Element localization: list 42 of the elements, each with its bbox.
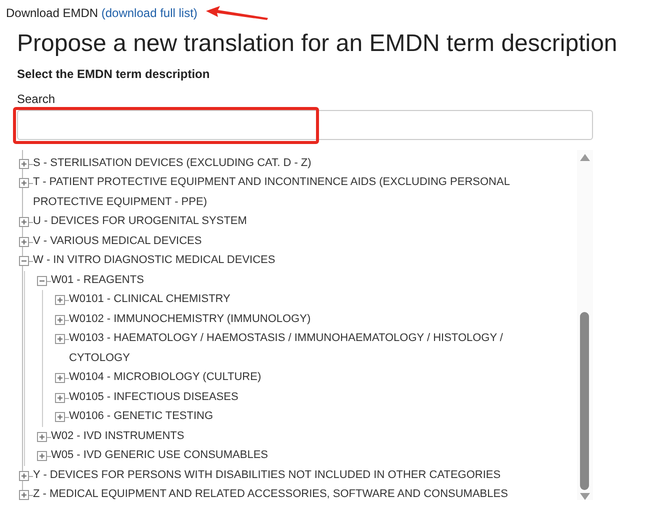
tree-item[interactable]: W0104 - MICROBIOLOGY (CULTURE)	[69, 368, 262, 388]
tree-item[interactable]: S - STERILISATION DEVICES (EXCLUDING CAT. D - Z)	[33, 154, 312, 174]
tree-item[interactable]: W0105 - INFECTIOUS DISEASES	[69, 388, 238, 408]
tree-item[interactable]: W05 - IVD GENERIC USE CONSUMABLES	[51, 446, 268, 466]
tree-item[interactable]: W0106 - GENETIC TESTING	[69, 407, 214, 427]
expand-icon[interactable]	[19, 490, 29, 500]
tree-item[interactable]: W02 - IVD INSTRUMENTS	[51, 426, 184, 446]
expand-icon[interactable]	[19, 158, 29, 169]
expand-icon[interactable]	[55, 334, 65, 344]
page-title: Propose a new translation for an EMDN term description	[17, 30, 618, 59]
search-label: Search	[17, 90, 56, 108]
expand-icon[interactable]	[55, 412, 65, 422]
expand-icon[interactable]	[37, 432, 47, 442]
collapse-icon[interactable]	[19, 256, 29, 266]
expand-icon[interactable]	[19, 470, 29, 481]
collapse-icon[interactable]	[37, 276, 47, 286]
tree-item[interactable]: Z - MEDICAL EQUIPMENT AND RELATED ACCESSORIES, SOFTWARE AND CONSUMABLES	[33, 485, 508, 500]
expand-icon[interactable]	[55, 392, 65, 403]
expand-icon[interactable]	[55, 314, 65, 325]
tree-item[interactable]: T - PATIENT PROTECTIVE EQUIPMENT AND INCONTINENCE AIDS (EXCLUDING PERSONAL PROTECTIVE EQUIPMENT - PPE)	[33, 173, 519, 212]
download-link[interactable]: (download full list)	[101, 6, 198, 20]
tree-item[interactable]: V - VARIOUS MEDICAL DEVICES	[33, 232, 202, 252]
download-text: Download EMDN	[6, 6, 100, 20]
expand-icon[interactable]	[37, 451, 47, 462]
tree-item[interactable]: Y - DEVICES FOR PERSONS WITH DISABILITIES NOT INCLUDED IN OTHER CATEGORIES	[33, 466, 501, 486]
scroll-down-icon[interactable]	[580, 492, 590, 500]
expand-icon[interactable]	[55, 295, 65, 306]
scroll-thumb[interactable]	[580, 312, 589, 490]
tree-item[interactable]: W0103 - HAEMATOLOGY / HAEMOSTASIS / IMMUNOHAEMATOLOGY / HISTOLOGY / CYTOLOGY	[69, 329, 519, 368]
scrollbar[interactable]	[577, 150, 593, 500]
expand-icon[interactable]	[55, 373, 65, 384]
search-field[interactable]	[17, 110, 593, 140]
section-label: Select the EMDN term description	[17, 66, 211, 83]
tree-item[interactable]: W0102 - IMMUNOCHEMISTRY (IMMUNOLOGY)	[69, 310, 311, 330]
tree-item[interactable]: W01 - REAGENTS	[51, 270, 144, 290]
tree-item[interactable]: W0101 - CLINICAL CHEMISTRY	[69, 290, 230, 310]
tree-item[interactable]: U - DEVICES FOR UROGENITAL SYSTEM	[33, 212, 247, 232]
expand-icon[interactable]	[19, 236, 29, 247]
tree-item[interactable]: W - IN VITRO DIAGNOSTIC MEDICAL DEVICES	[33, 251, 276, 271]
scroll-up-icon[interactable]	[580, 154, 590, 161]
expand-icon[interactable]	[19, 217, 29, 228]
expand-icon[interactable]	[19, 178, 29, 188]
